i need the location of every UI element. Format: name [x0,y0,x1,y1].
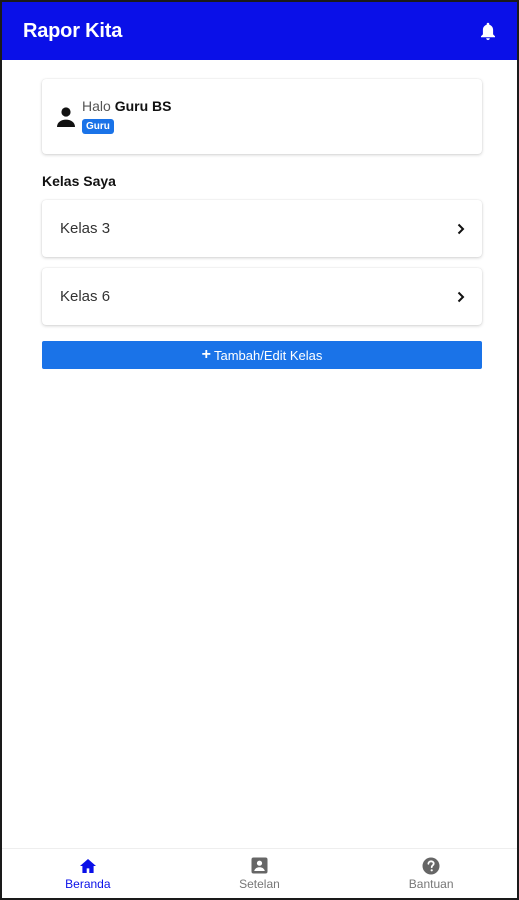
class-item-label: Kelas 3 [60,220,111,237]
account-box-icon [251,857,268,875]
home-icon [79,857,97,875]
greeting-label: Halo [82,97,111,114]
main-content: Halo Guru BS Guru Kelas Saya Kelas 3 Kel… [42,79,482,369]
add-edit-class-label: Tambah/Edit Kelas [213,347,323,363]
nav-item-bantuan[interactable]: Bantuan [371,857,491,891]
app-bar: Rapor Kita [2,2,517,60]
user-name: Guru BS [114,97,172,114]
user-info: Halo Guru BS Guru [82,98,171,134]
add-edit-class-button[interactable]: + Tambah/Edit Kelas [42,341,482,369]
bottom-navigation: Beranda Setelan Bantuan [2,848,517,898]
app-frame: Rapor Kita Halo Guru BS Guru Kelas Saya … [0,0,519,900]
nav-label: Beranda [65,876,111,891]
help-circle-icon [422,857,440,875]
nav-item-setelan[interactable]: Setelan [199,857,319,891]
person-icon [55,105,77,129]
class-item-kelas-3[interactable]: Kelas 3 [42,200,482,257]
greeting-text: Halo Guru BS [82,98,171,114]
section-title: Kelas Saya [42,173,116,189]
role-badge: Guru [82,118,114,134]
chevron-right-icon [456,290,466,304]
nav-label: Setelan [239,876,280,891]
nav-label: Bantuan [408,876,454,891]
bell-icon[interactable] [479,21,497,41]
class-item-label: Kelas 6 [60,288,111,305]
plus-icon: + [201,346,211,363]
nav-item-beranda[interactable]: Beranda [28,857,148,891]
class-item-kelas-6[interactable]: Kelas 6 [42,268,482,325]
user-card: Halo Guru BS Guru [42,79,482,154]
app-title: Rapor Kita [23,19,123,42]
chevron-right-icon [456,222,466,236]
